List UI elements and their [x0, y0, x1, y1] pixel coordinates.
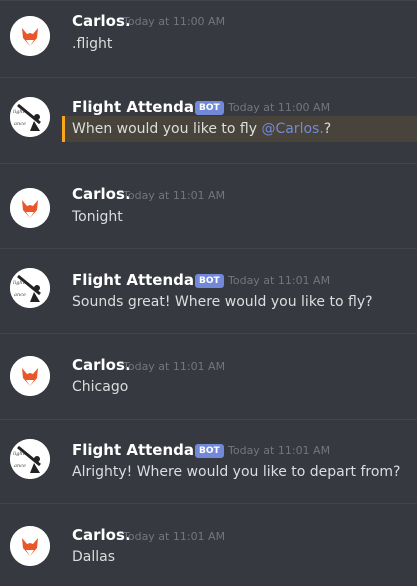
- bot-badge: BOT: [195, 444, 224, 458]
- svg-text:light: light: [13, 109, 26, 115]
- timestamp: Today at 11:01 AM: [228, 274, 331, 287]
- message: Carlos. Today at 11:01 AM Dallas: [0, 503, 417, 575]
- timestamp: Today at 11:00 AM: [123, 15, 226, 28]
- timestamp: Today at 11:00 AM: [228, 101, 331, 114]
- dancers-avatar-icon[interactable]: light ance: [10, 97, 50, 137]
- message: Carlos. Today at 11:00 AM .flight: [0, 0, 417, 72]
- svg-text:light: light: [13, 451, 26, 457]
- timestamp: Today at 11:01 AM: [123, 530, 226, 543]
- message: Carlos. Today at 11:01 AM Tonight: [0, 163, 417, 235]
- author-name[interactable]: Carlos.: [72, 356, 131, 374]
- message-content: Tonight: [72, 209, 123, 225]
- author-name[interactable]: Carlos.: [72, 12, 131, 30]
- timestamp: Today at 11:01 AM: [123, 360, 226, 373]
- dancers-avatar-icon[interactable]: light ance: [10, 268, 50, 308]
- message: light ance Flight Attendance BOT Today at…: [0, 77, 417, 149]
- author-name[interactable]: Carlos.: [72, 526, 131, 544]
- svg-text:light: light: [13, 280, 26, 286]
- message-content: .flight: [72, 36, 113, 52]
- fox-avatar-icon[interactable]: [10, 526, 50, 566]
- chat-message-list: Carlos. Today at 11:00 AM .flight light a…: [0, 0, 417, 586]
- message-content: Dallas: [72, 549, 116, 565]
- message-content: When would you like to fly @Carlos.?: [72, 120, 331, 138]
- bot-badge: BOT: [195, 274, 224, 288]
- bot-badge: BOT: [195, 101, 224, 115]
- message: light ance Flight Attendance BOT Today at…: [0, 419, 417, 491]
- fox-avatar-icon[interactable]: [10, 188, 50, 228]
- dancers-avatar-icon[interactable]: light ance: [10, 439, 50, 479]
- message-text: When would you like to fly: [72, 121, 262, 137]
- message-content: Chicago: [72, 379, 129, 395]
- svg-text:ance: ance: [14, 463, 26, 469]
- fox-avatar-icon[interactable]: [10, 16, 50, 56]
- timestamp: Today at 11:01 AM: [123, 189, 226, 202]
- timestamp: Today at 11:01 AM: [228, 444, 331, 457]
- message-content: Sounds great! Where would you like to fl…: [72, 294, 373, 310]
- fox-avatar-icon[interactable]: [10, 356, 50, 396]
- svg-text:ance: ance: [14, 292, 26, 298]
- message-content: Alrighty! Where would you like to depart…: [72, 464, 401, 480]
- svg-text:ance: ance: [14, 121, 26, 127]
- message: light ance Flight Attendance BOT Today at…: [0, 248, 417, 320]
- user-mention[interactable]: @Carlos.: [261, 121, 323, 137]
- message: Carlos. Today at 11:01 AM Chicago: [0, 333, 417, 405]
- author-name[interactable]: Carlos.: [72, 185, 131, 203]
- message-text: ?: [323, 121, 332, 137]
